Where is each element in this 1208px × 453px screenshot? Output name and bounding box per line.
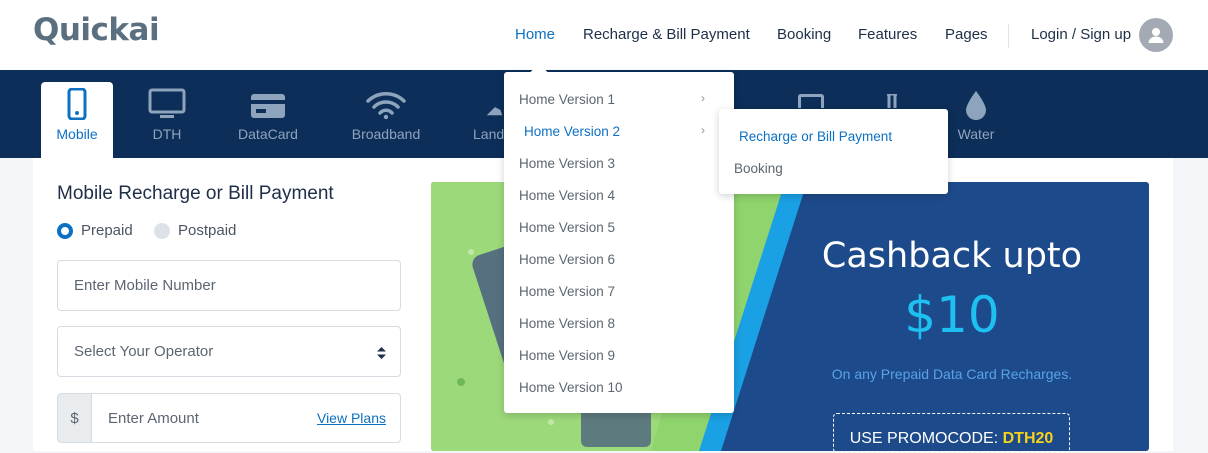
nav-home[interactable]: Home	[515, 26, 555, 43]
home-version-2-submenu: Recharge or Bill Payment Booking	[719, 109, 948, 194]
tab-broadband[interactable]: Broadband	[345, 82, 427, 158]
nav-recharge-bill-payment[interactable]: Recharge & Bill Payment	[583, 26, 750, 43]
dropdown-item[interactable]: Home Version 1	[519, 92, 615, 107]
radio-postpaid[interactable]: Postpaid	[154, 222, 236, 239]
datacard-icon	[227, 82, 309, 120]
login-signup-link[interactable]: Login / Sign up	[1031, 26, 1131, 43]
amount-placeholder: Enter Amount	[108, 409, 199, 427]
submenu-item-recharge[interactable]: Recharge or Bill Payment	[739, 129, 892, 144]
dropdown-item[interactable]: Home Version 10	[519, 380, 623, 395]
tab-landline-label: Land	[473, 126, 504, 142]
operator-select[interactable]: Select Your Operator	[57, 326, 401, 377]
promo-code-box: USE PROMOCODE: DTH20	[833, 413, 1070, 453]
tab-dth-label: DTH	[152, 126, 182, 142]
tab-datacard[interactable]: DataCard	[227, 82, 309, 158]
tab-water-label: Water	[957, 126, 995, 142]
user-avatar-icon[interactable]	[1139, 18, 1173, 52]
dropdown-item[interactable]: Home Version 6	[519, 252, 615, 267]
promo-code: DTH20	[1002, 430, 1054, 447]
form-title: Mobile Recharge or Bill Payment	[57, 183, 334, 204]
logo[interactable]: Quickai	[33, 12, 160, 48]
nav-divider	[1008, 24, 1009, 48]
tab-broadband-label: Broadband	[351, 126, 421, 142]
chevron-right-icon: ›	[701, 91, 705, 105]
dropdown-item-active[interactable]: Home Version 2	[524, 124, 620, 139]
tv-icon	[137, 82, 197, 120]
nav-booking[interactable]: Booking	[777, 26, 831, 43]
nav-features[interactable]: Features	[858, 26, 917, 43]
radio-unchecked-icon	[154, 222, 170, 239]
dropdown-item[interactable]: Home Version 8	[519, 316, 615, 331]
dropdown-item[interactable]: Home Version 3	[519, 156, 615, 171]
cashback-title: Cashback upto	[821, 236, 1083, 276]
radio-postpaid-label: Postpaid	[178, 222, 237, 239]
submenu-item-booking[interactable]: Booking	[734, 161, 783, 176]
view-plans-link[interactable]: View Plans	[317, 410, 386, 426]
mobile-icon	[41, 82, 113, 120]
dropdown-item[interactable]: Home Version 5	[519, 220, 615, 235]
operator-select-placeholder: Select Your Operator	[74, 343, 214, 360]
amount-input[interactable]: Enter Amount View Plans	[91, 393, 401, 443]
radio-prepaid[interactable]: Prepaid	[57, 222, 133, 239]
chevron-right-icon: ›	[701, 123, 705, 137]
phone-icon	[470, 82, 504, 120]
water-drop-icon	[950, 82, 1002, 120]
mobile-number-input[interactable]: Enter Mobile Number	[57, 260, 401, 311]
tab-dth[interactable]: DTH	[137, 82, 197, 158]
wifi-icon	[345, 82, 427, 120]
cashback-subtitle: On any Prepaid Data Card Recharges.	[831, 366, 1073, 382]
service-icon-partial	[881, 92, 903, 108]
promo-label: USE PROMOCODE:	[849, 430, 999, 447]
radio-prepaid-label: Prepaid	[81, 222, 133, 239]
home-dropdown-menu: Home Version 1 › Home Version 2 › Home V…	[504, 63, 734, 413]
mobile-number-placeholder: Enter Mobile Number	[74, 277, 216, 294]
tab-datacard-label: DataCard	[238, 126, 298, 142]
radio-checked-icon	[57, 222, 73, 239]
tab-water[interactable]: Water	[950, 82, 1002, 158]
cashback-amount: $10	[904, 286, 1000, 344]
dropdown-item[interactable]: Home Version 9	[519, 348, 615, 363]
tab-mobile-label: Mobile	[56, 126, 98, 142]
dropdown-item[interactable]: Home Version 7	[519, 284, 615, 299]
select-caret-icon	[377, 346, 386, 363]
currency-prefix: $	[57, 393, 92, 443]
dropdown-item[interactable]: Home Version 4	[519, 188, 615, 203]
service-icon-partial	[798, 94, 824, 108]
header: Quickai Home Recharge & Bill Payment Boo…	[0, 0, 1208, 70]
nav-pages[interactable]: Pages	[945, 26, 988, 43]
tab-landline[interactable]: Land	[470, 82, 504, 158]
tab-mobile[interactable]: Mobile	[41, 82, 113, 158]
